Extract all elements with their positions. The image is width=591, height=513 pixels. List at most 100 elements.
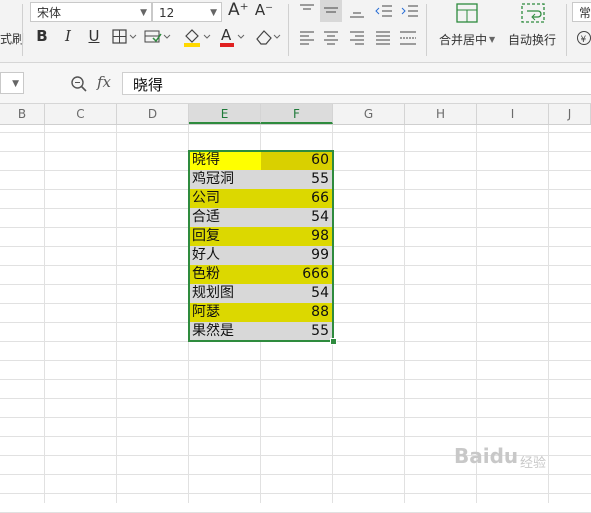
justify-button[interactable] — [374, 28, 392, 50]
column-header-h[interactable]: H — [405, 104, 477, 124]
cell-text[interactable]: 晓得 — [189, 151, 261, 170]
fill-handle[interactable] — [330, 338, 337, 345]
column-header-b[interactable]: B — [0, 104, 45, 124]
formula-input[interactable]: 晓得 — [122, 72, 591, 95]
column-header-i[interactable]: I — [477, 104, 549, 124]
column-headers: BCDEFGHIJ — [0, 104, 591, 125]
row-gridline — [0, 132, 591, 133]
currency-button[interactable]: ¥ — [576, 30, 591, 50]
column-gridline — [116, 125, 117, 503]
column-header-j[interactable]: J — [549, 104, 591, 124]
font-color-button[interactable]: A — [218, 26, 246, 52]
row-gridline — [0, 379, 591, 380]
eraser-icon — [256, 30, 281, 45]
cell-text[interactable]: 合适 — [189, 208, 261, 227]
column-header-c[interactable]: C — [45, 104, 117, 124]
cell-value[interactable]: 55 — [261, 322, 333, 341]
cell-style-button[interactable] — [144, 28, 172, 50]
chevron-down-icon[interactable]: ▼ — [489, 35, 495, 44]
borders-button[interactable] — [112, 28, 138, 50]
wrap-text-icon — [521, 3, 545, 23]
name-box[interactable]: ▼ — [0, 72, 24, 94]
chevron-down-icon: ▼ — [12, 79, 19, 89]
cell-value[interactable]: 54 — [261, 208, 333, 227]
clear-button[interactable] — [254, 26, 282, 52]
chevron-down-icon: ▼ — [140, 8, 147, 18]
cell-value[interactable]: 54 — [261, 284, 333, 303]
wrap-text-button[interactable] — [520, 2, 546, 28]
column-gridline — [44, 125, 45, 503]
currency-icon: ¥ — [577, 31, 591, 45]
merge-center-label: 合并居中 — [439, 33, 488, 47]
cell-text[interactable]: 公司 — [189, 189, 261, 208]
font-color-icon: A — [220, 26, 245, 47]
formula-input-value: 晓得 — [133, 76, 164, 94]
cell-value[interactable]: 88 — [261, 303, 333, 322]
insert-function-button[interactable]: fx — [97, 73, 111, 91]
zoom-search-button[interactable] — [70, 75, 88, 97]
align-top-button[interactable] — [298, 2, 316, 24]
format-painter-label[interactable]: 式刷 — [0, 30, 24, 47]
row-gridline — [0, 493, 591, 494]
align-left-icon — [300, 31, 314, 45]
fill-color-button[interactable] — [182, 26, 212, 52]
align-center-icon — [324, 31, 338, 45]
align-right-icon — [350, 31, 364, 45]
font-size-select[interactable]: 12 ▼ — [152, 2, 222, 22]
align-right-button[interactable] — [348, 28, 366, 50]
underline-button[interactable]: U — [86, 26, 102, 46]
distribute-icon — [400, 31, 416, 45]
column-header-g[interactable]: G — [333, 104, 405, 124]
decrease-indent-button[interactable] — [374, 2, 394, 24]
cell-value[interactable]: 99 — [261, 246, 333, 265]
divider — [566, 4, 567, 56]
align-bottom-icon — [350, 12, 364, 18]
cell-text[interactable]: 回复 — [189, 227, 261, 246]
table-style-icon — [144, 30, 171, 43]
number-format-select[interactable]: 常 — [572, 2, 591, 22]
align-center-button[interactable] — [322, 28, 340, 50]
align-middle-button[interactable] — [320, 0, 342, 22]
cell-value[interactable]: 66 — [261, 189, 333, 208]
italic-button[interactable]: I — [60, 26, 76, 46]
cell-value[interactable]: 55 — [261, 170, 333, 189]
align-left-button[interactable] — [298, 28, 316, 50]
column-gridline — [404, 125, 405, 503]
row-gridline — [0, 474, 591, 475]
ribbon-toolbar: 式刷 宋体 ▼ 12 ▼ A⁺ A⁻ B I U A 合并居中 ▼ 自动换行 常… — [0, 0, 591, 63]
align-middle-icon — [324, 7, 338, 13]
row-gridline — [0, 417, 591, 418]
column-gridline — [548, 125, 549, 503]
font-name-select[interactable]: 宋体 ▼ — [30, 2, 152, 22]
column-header-d[interactable]: D — [117, 104, 189, 124]
merge-cells-icon — [456, 3, 478, 23]
increase-indent-button[interactable] — [400, 2, 420, 24]
merge-center-button[interactable] — [455, 2, 479, 28]
distributed-align-button[interactable] — [398, 28, 418, 50]
cell-text[interactable]: 鸡冠洞 — [189, 170, 261, 189]
increase-font-button[interactable]: A⁺ — [228, 0, 249, 20]
cell-value[interactable]: 60 — [261, 151, 333, 170]
baidu-watermark-suffix: 经验 — [520, 456, 547, 471]
justify-icon — [376, 31, 390, 45]
decrease-font-button[interactable]: A⁻ — [254, 0, 274, 20]
bold-button[interactable]: B — [34, 26, 50, 46]
svg-text:A: A — [221, 26, 232, 44]
cell-text[interactable]: 果然是 — [189, 322, 261, 341]
align-bottom-button[interactable] — [348, 2, 366, 24]
font-size-value: 12 — [159, 6, 175, 20]
divider — [288, 4, 289, 56]
column-header-e[interactable]: E — [189, 104, 261, 124]
column-header-f[interactable]: F — [261, 104, 333, 124]
magnifier-icon — [71, 76, 87, 92]
align-top-icon — [300, 4, 314, 10]
cell-value[interactable]: 666 — [261, 265, 333, 284]
cell-value[interactable]: 98 — [261, 227, 333, 246]
font-name-value: 宋体 — [37, 6, 62, 20]
cell-text[interactable]: 色粉 — [189, 265, 261, 284]
wrap-text-label[interactable]: 自动换行 — [508, 31, 556, 48]
formula-bar: ▼ fx 晓得 — [0, 63, 591, 104]
cell-text[interactable]: 阿瑟 — [189, 303, 261, 322]
cell-text[interactable]: 好人 — [189, 246, 261, 265]
cell-text[interactable]: 规划图 — [189, 284, 261, 303]
